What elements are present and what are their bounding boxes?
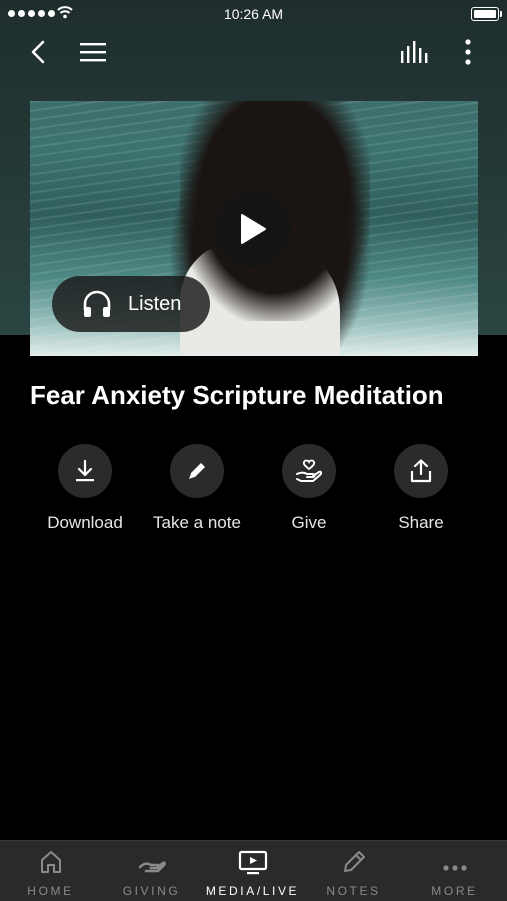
tab-more-label: MORE <box>431 884 478 898</box>
home-icon <box>0 841 101 875</box>
share-icon <box>394 444 448 498</box>
download-button[interactable]: Download <box>25 444 145 533</box>
hamburger-icon <box>80 43 106 62</box>
equalizer-icon <box>401 41 428 63</box>
take-note-label: Take a note <box>153 513 241 532</box>
pencil-icon <box>170 444 224 498</box>
share-label: Share <box>398 513 444 532</box>
give-button[interactable]: Give <box>249 444 369 533</box>
media-thumbnail[interactable]: Listen <box>30 101 478 356</box>
tab-giving-label: GIVING <box>122 884 181 898</box>
page-title: Fear Anxiety Scripture Meditation <box>30 380 444 410</box>
download-icon <box>58 444 112 498</box>
status-time: 10:26 AM <box>223 6 284 22</box>
listen-button[interactable]: Listen <box>52 276 210 332</box>
share-button[interactable]: Share <box>361 444 481 533</box>
menu-button[interactable] <box>75 34 111 70</box>
tab-media-live[interactable]: MEDIA/LIVE <box>202 841 303 901</box>
pencil-icon <box>303 841 404 875</box>
listen-label: Listen <box>128 292 182 315</box>
tab-more[interactable]: MORE <box>404 841 505 901</box>
give-label: Give <box>291 513 327 532</box>
download-label: Download <box>47 513 123 532</box>
tab-notes-label: NOTES <box>326 884 381 898</box>
tv-play-icon <box>202 841 303 875</box>
status-bar: 10:26 AM <box>0 0 507 28</box>
audio-levels-button[interactable] <box>397 34 433 70</box>
battery-icon <box>471 7 502 21</box>
more-dots-icon <box>404 841 505 875</box>
tab-media-live-label: MEDIA/LIVE <box>205 884 300 898</box>
tab-home-label: HOME <box>27 884 74 898</box>
play-button[interactable] <box>215 191 291 267</box>
play-icon <box>241 214 266 244</box>
back-button[interactable] <box>20 34 56 70</box>
heart-hand-icon <box>282 444 336 498</box>
more-options-button[interactable] <box>450 34 486 70</box>
tab-giving[interactable]: GIVING <box>101 841 202 901</box>
take-note-button[interactable]: Take a note <box>137 444 257 533</box>
headphones-icon <box>83 290 111 317</box>
tab-bar: HOME GIVING MEDIA/LIVE NOTES MORE <box>0 840 507 901</box>
tab-notes[interactable]: NOTES <box>303 841 404 901</box>
giving-hand-icon <box>101 841 202 875</box>
chevron-left-icon <box>31 40 45 64</box>
vertical-dots-icon <box>465 39 471 65</box>
tab-home[interactable]: HOME <box>0 841 101 901</box>
